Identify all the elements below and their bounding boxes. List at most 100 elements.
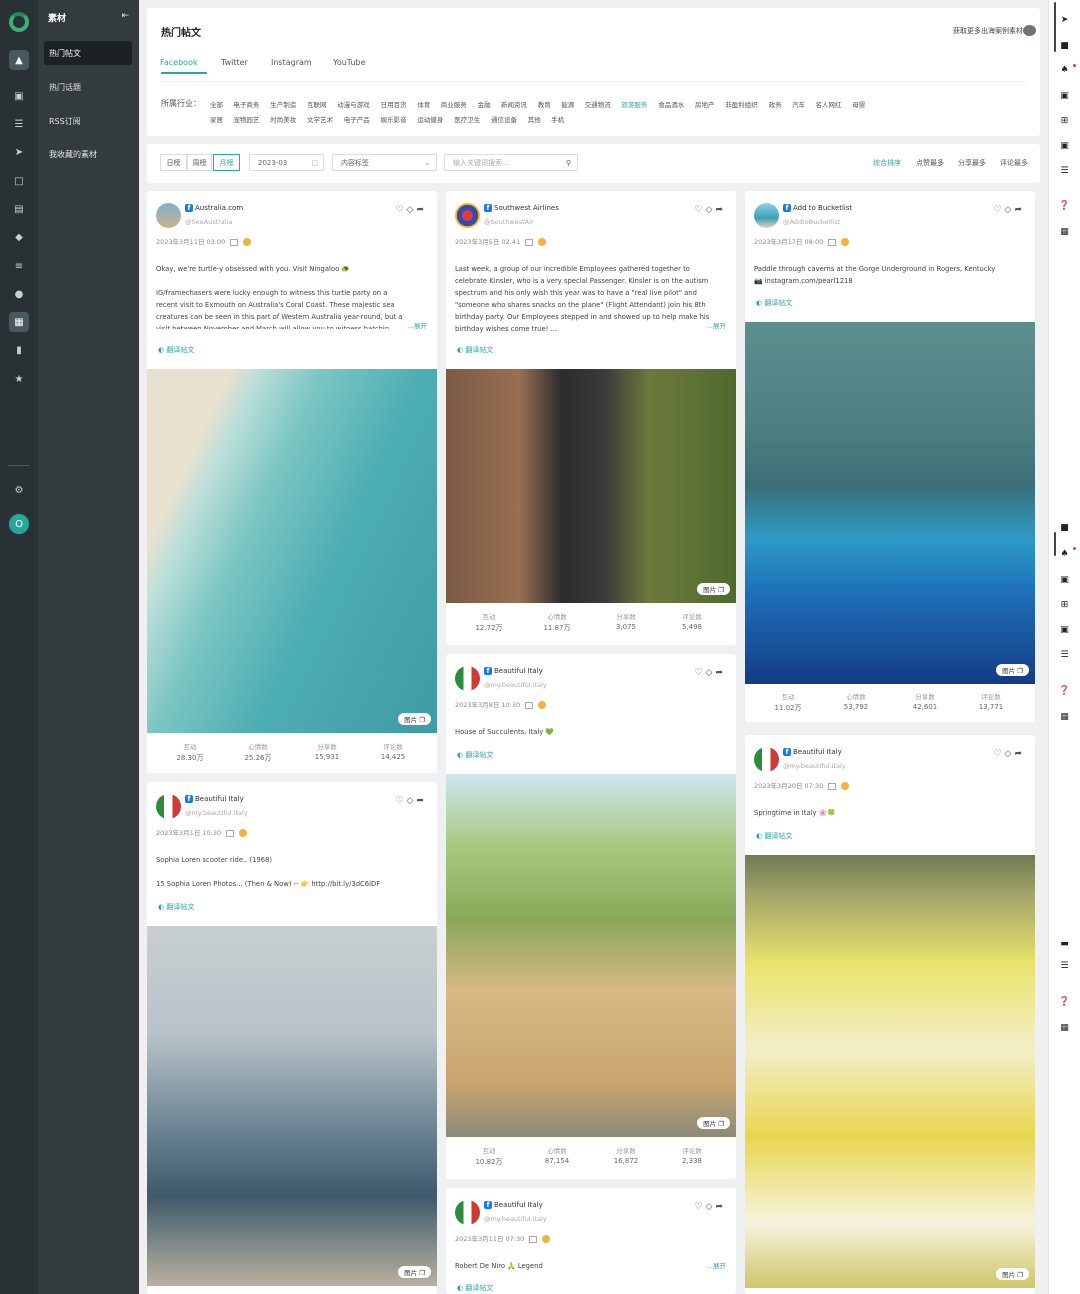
post-actions[interactable]: ♡◇➦ [993, 749, 1025, 759]
send-icon[interactable]: ➤ [9, 142, 29, 162]
sort-shares[interactable]: 分享最多 [958, 158, 986, 168]
folder-icon[interactable]: ▣ [1058, 140, 1071, 152]
scrollbar-thumb[interactable] [1054, 532, 1056, 556]
industry-tag[interactable]: 名人网红 [815, 99, 841, 109]
add-icon[interactable]: ⊞ [1058, 115, 1071, 127]
industry-tag[interactable]: 教育 [538, 99, 551, 109]
industry-tag[interactable]: 动漫与游戏 [337, 99, 370, 109]
users-icon[interactable]: ● [9, 284, 29, 304]
industry-tag[interactable]: 旅游服务 [621, 99, 647, 109]
industry-tag[interactable]: 其他 [528, 114, 541, 124]
industry-tag[interactable]: 互联网 [307, 99, 327, 109]
period-daily[interactable]: 日榜 [160, 154, 187, 171]
industry-tag[interactable]: 政务 [769, 99, 782, 109]
post-card[interactable]: f Beautiful Italy @my.beautiful.italy ♡◇➦… [147, 782, 437, 1294]
sort-likes[interactable]: 点赞最多 [916, 158, 944, 168]
industry-tag[interactable]: 商业服务 [441, 99, 467, 109]
industry-tag[interactable]: 文学艺术 [307, 114, 333, 124]
industry-tag[interactable]: 金融 [478, 99, 491, 109]
post-card[interactable]: f Add to Bucketlist @AddtoBucketlist ♡◇➦ … [745, 191, 1035, 722]
industry-tag[interactable]: 非盈利组织 [725, 99, 758, 109]
industry-tag[interactable]: 食品酒水 [658, 99, 684, 109]
heart-icon[interactable]: ♡ [395, 205, 406, 215]
chat-icon[interactable]: □ [9, 171, 29, 191]
share-icon[interactable]: ➦ [715, 205, 726, 215]
translate-link[interactable]: ◐ 翻译帖文 [756, 831, 792, 841]
qrcode-icon[interactable]: ▦ [1058, 1022, 1071, 1034]
tab-youtube[interactable]: YouTube [333, 58, 366, 67]
search-list-icon[interactable]: ☰ [1058, 165, 1071, 177]
document-icon[interactable]: ▤ [9, 199, 29, 219]
help-icon[interactable]: ❓ [1058, 200, 1071, 212]
post-card[interactable]: f Australia.com @SeeAustralia ♡◇➦ 2023年3月… [147, 191, 437, 773]
tag-icon[interactable]: ◇ [706, 205, 716, 215]
translate-link[interactable]: ◐ 翻译帖文 [457, 1283, 493, 1293]
tag-icon[interactable]: ◇ [1005, 205, 1015, 215]
industry-tag[interactable]: 娱乐影音 [381, 114, 407, 124]
copy-icon[interactable] [230, 238, 239, 246]
tab-instagram[interactable]: Instagram [271, 58, 312, 67]
industry-tag[interactable]: 日用百货 [381, 99, 407, 109]
post-card[interactable]: f Southwest Airlines @SouthwestAir ♡◇➦ 20… [446, 191, 736, 645]
author-name[interactable]: f Australia.com [185, 204, 243, 212]
post-image[interactable]: 图片 ❐ [446, 369, 736, 603]
author-name[interactable]: f Beautiful Italy [484, 1201, 543, 1209]
copy-icon[interactable] [525, 238, 534, 246]
folder-icon[interactable]: ▣ [1058, 624, 1071, 636]
translate-icon[interactable]: ▣ [1058, 574, 1071, 586]
qrcode-icon[interactable]: ▦ [1058, 226, 1071, 238]
copy-icon[interactable] [828, 238, 837, 246]
settings-icon[interactable]: ⚙ [9, 480, 29, 500]
sidebar-item-rss[interactable]: RSS订阅 [44, 109, 132, 133]
share-icon[interactable]: ➦ [715, 1202, 726, 1212]
industry-tag[interactable]: 电子商务 [233, 99, 259, 109]
post-actions[interactable]: ♡◇➦ [694, 668, 726, 678]
industry-tag[interactable]: 新闻资讯 [501, 99, 527, 109]
tag-icon[interactable]: ◇ [1005, 749, 1015, 759]
share-icon[interactable]: ➦ [1014, 749, 1025, 759]
industry-tag[interactable]: 时尚美妆 [270, 114, 296, 124]
expand-link[interactable]: ...展开 [408, 320, 427, 330]
post-image[interactable]: 图片 ❐ [745, 322, 1035, 684]
post-card[interactable]: f Beautiful Italy @my.beautiful.italy ♡◇➦… [446, 654, 736, 1179]
industry-tag[interactable]: 交通物流 [585, 99, 611, 109]
bell-icon[interactable]: ♠ [1058, 548, 1071, 560]
tag-icon[interactable]: ◇ [407, 796, 417, 806]
tag-icon[interactable]: ◇ [706, 668, 716, 678]
copy-icon[interactable] [226, 829, 235, 837]
avatar[interactable]: O [7, 512, 31, 536]
search-icon[interactable]: ⚲ [566, 159, 571, 167]
search-input[interactable]: 输入关键词搜索... ⚲ [444, 154, 578, 171]
post-actions[interactable]: ♡◇➦ [395, 205, 427, 215]
post-image[interactable]: 图片 ❐ [147, 369, 437, 733]
bell-icon[interactable]: ♠ [1058, 64, 1071, 76]
collapse-icon[interactable]: ⇤ [121, 11, 129, 21]
industry-tag[interactable]: 能源 [561, 99, 574, 109]
industry-tag[interactable]: 宠物园艺 [233, 114, 259, 124]
heart-icon[interactable]: ♡ [395, 796, 406, 806]
industry-tag[interactable]: 母婴 [852, 99, 865, 109]
star-icon[interactable]: ★ [9, 369, 29, 389]
heart-icon[interactable]: ♡ [993, 749, 1004, 759]
industry-tag[interactable]: 手机 [551, 114, 564, 124]
period-monthly[interactable]: 月榜 [213, 154, 240, 171]
industry-tag[interactable]: 运动健身 [417, 114, 443, 124]
author-name[interactable]: f Add to Bucketlist [783, 204, 852, 212]
help-icon[interactable]: ❓ [1058, 685, 1071, 697]
share-icon[interactable]: ➦ [1014, 205, 1025, 215]
content-tag-select[interactable]: 内容标签 ⌄ [332, 154, 437, 171]
dashboard-icon[interactable]: ▣ [9, 86, 29, 106]
author-name[interactable]: f Beautiful Italy [783, 748, 842, 756]
industry-tag[interactable]: 全部 [210, 99, 223, 109]
post-actions[interactable]: ♡◇➦ [694, 1202, 726, 1212]
post-card[interactable]: f Beautiful Italy @my.beautiful.italy ♡◇➦… [446, 1188, 736, 1294]
industry-tag[interactable]: 电子产品 [344, 114, 370, 124]
translate-link[interactable]: ◐ 翻译帖文 [756, 298, 792, 308]
translate-icon[interactable]: ▣ [1058, 90, 1071, 102]
expand-link[interactable]: ...展开 [707, 320, 726, 330]
material-icon[interactable]: ▲ [9, 50, 29, 70]
post-card[interactable]: f Beautiful Italy @my.beautiful.italy ♡◇➦… [745, 735, 1035, 1294]
sidebar-item-hot-posts[interactable]: 热门帖文 [44, 41, 132, 65]
copy-icon[interactable] [529, 1235, 538, 1243]
industry-tag[interactable]: 生产制造 [270, 99, 296, 109]
